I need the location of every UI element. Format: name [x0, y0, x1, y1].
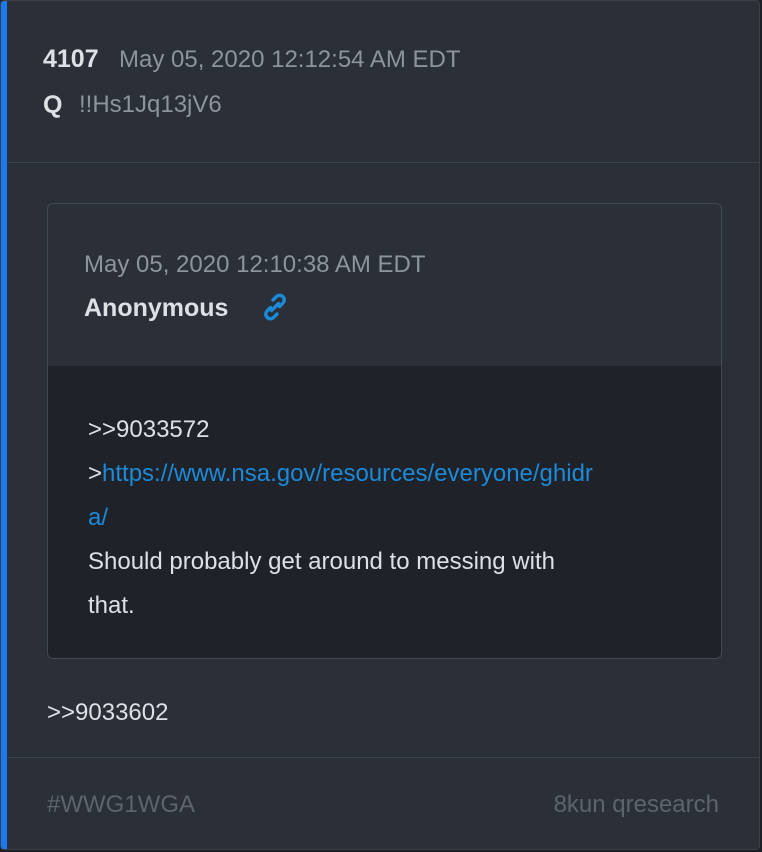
quoted-text-line: that. [88, 592, 135, 619]
source-label: 8kun qresearch [553, 791, 719, 818]
quoted-post-date: May 05, 2020 12:10:38 AM EDT [84, 251, 426, 278]
post-number[interactable]: 4107 [43, 45, 99, 74]
quoted-post-header: May 05, 2020 12:10:38 AM EDT Anonymous [48, 204, 721, 367]
quoted-post-body: >>9033572 >https://www.nsa.gov/resources… [48, 366, 721, 658]
post-footer: #WWG1WGA 8kun qresearch [7, 757, 759, 849]
quoted-url-link-continued[interactable]: a/ [88, 504, 108, 532]
link-icon[interactable] [260, 292, 290, 322]
post-header: 4107 May 05, 2020 12:12:54 AM EDT Q !!Hs… [7, 1, 759, 163]
quoted-url-link[interactable]: https://www.nsa.gov/resources/everyone/g… [102, 460, 593, 487]
greentext-prefix: > [88, 460, 103, 487]
post-card: 4107 May 05, 2020 12:12:54 AM EDT Q !!Hs… [0, 0, 760, 850]
post-date: May 05, 2020 12:12:54 AM EDT [119, 46, 461, 73]
quoted-text-line: Should probably get around to messing wi… [88, 548, 555, 575]
reply-ref-link[interactable]: >>9033602 [47, 699, 168, 727]
quoted-ref-link[interactable]: >>9033572 [88, 416, 209, 444]
quoted-post-author: Anonymous [84, 294, 229, 322]
quoted-post: May 05, 2020 12:10:38 AM EDT Anonymous >… [47, 203, 722, 659]
quoted-url-line: >https://www.nsa.gov/resources/everyone/… [88, 460, 593, 488]
post-tripcode: !!Hs1Jq13jV6 [79, 91, 222, 118]
post-author: Q [43, 91, 63, 119]
hashtag: #WWG1WGA [47, 791, 195, 818]
